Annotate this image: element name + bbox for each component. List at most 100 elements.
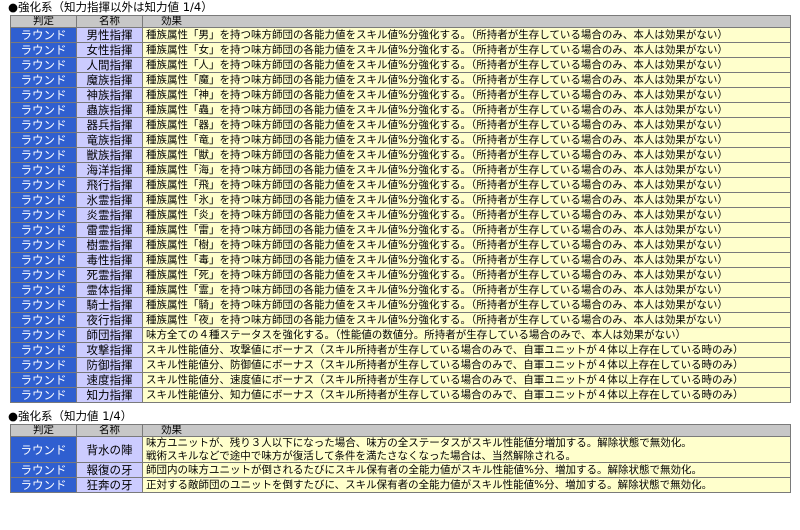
row-effect: スキル性能値分、攻撃値にボーナス（スキル所持者が生存している場合のみで、自軍ユニ… <box>142 342 791 358</box>
table-row: ラウンド 獣族指揮 種族属性「獣」を持つ味方師団の各能力値をスキル値%分強化する。（… <box>10 147 791 163</box>
row-category: ラウンド <box>10 282 77 298</box>
row-category: ラウンド <box>10 267 77 283</box>
row-category: ラウンド <box>10 162 77 178</box>
row-category: ラウンド <box>10 237 77 253</box>
row-effect: 種族属性「女」を持つ味方師団の各能力値をスキル値%分強化する。（所持者が生存して… <box>142 42 791 58</box>
row-category: ラウンド <box>10 27 77 43</box>
row-category: ラウンド <box>10 42 77 58</box>
table-row: ラウンド 防御指揮 スキル性能値分、防御値にボーナス（スキル所持者が生存している場合… <box>10 357 791 373</box>
row-effect: 正対する敵師団のユニットを倒すたびに、スキル保有者の全能力値がスキル性能値%分、… <box>142 477 791 493</box>
row-name: 女性指揮 <box>76 42 143 58</box>
row-name: 海洋指揮 <box>76 162 143 178</box>
row-effect: 種族属性「魔」を持つ味方師団の各能力値をスキル値%分強化する。（所持者が生存して… <box>142 72 791 88</box>
row-effect: 種族属性「毒」を持つ味方師団の各能力値をスキル値%分強化する。（所持者が生存して… <box>142 252 791 268</box>
table-row: ラウンド 雷霊指揮 種族属性「雷」を持つ味方師団の各能力値をスキル値%分強化する。（… <box>10 222 791 238</box>
row-effect: スキル性能値分、知力値にボーナス（スキル所持者が生存している場合のみで、自軍ユニ… <box>142 387 791 403</box>
row-effect: 種族属性「人」を持つ味方師団の各能力値をスキル値%分強化する。（所持者が生存して… <box>142 57 791 73</box>
row-category: ラウンド <box>10 102 77 118</box>
row-name: 人間指揮 <box>76 57 143 73</box>
row-name: 防御指揮 <box>76 357 143 373</box>
row-name: 獣族指揮 <box>76 147 143 163</box>
row-effect: 種族属性「男」を持つ味方師団の各能力値をスキル値%分強化する。（所持者が生存して… <box>142 27 791 43</box>
row-name: 樹霊指揮 <box>76 237 143 253</box>
row-name: 速度指揮 <box>76 372 143 388</box>
row-category: ラウンド <box>10 117 77 133</box>
table-row: ラウンド 人間指揮 種族属性「人」を持つ味方師団の各能力値をスキル値%分強化する。（… <box>10 57 791 73</box>
row-name: 報復の牙 <box>76 462 143 478</box>
row-effect: 種族属性「樹」を持つ味方師団の各能力値をスキル値%分強化する。（所持者が生存して… <box>142 237 791 253</box>
table-row: ラウンド 霊体指揮 種族属性「霊」を持つ味方師団の各能力値をスキル値%分強化する。（… <box>10 282 791 298</box>
row-name: 死霊指揮 <box>76 267 143 283</box>
row-effect: 種族属性「蟲」を持つ味方師団の各能力値をスキル値%分強化する。（所持者が生存して… <box>142 102 791 118</box>
row-name: 器兵指揮 <box>76 117 143 133</box>
row-category: ラウンド <box>10 252 77 268</box>
header-effect: 効果 <box>142 15 791 28</box>
row-category: ラウンド <box>10 222 77 238</box>
row-effect: 種族属性「海」を持つ味方師団の各能力値をスキル値%分強化する。（所持者が生存して… <box>142 162 791 178</box>
row-name: 竜族指揮 <box>76 132 143 148</box>
row-name: 騎士指揮 <box>76 297 143 313</box>
table-row: ラウンド 夜行指揮 種族属性「夜」を持つ味方師団の各能力値をスキル値%分強化する。（… <box>10 312 791 328</box>
table-row: ラウンド 速度指揮 スキル性能値分、速度値にボーナス（スキル所持者が生存している場合… <box>10 372 791 388</box>
row-effect: 種族属性「霊」を持つ味方師団の各能力値をスキル値%分強化する。（所持者が生存して… <box>142 282 791 298</box>
table-row: ラウンド 背水の陣 味方ユニットが、残り３人以下になった場合、味方の全ステータスがス… <box>10 436 791 463</box>
table-row: ラウンド 騎士指揮 種族属性「騎」を持つ味方師団の各能力値をスキル値%分強化する。（… <box>10 297 791 313</box>
section-title: ●強化系（知力指揮以外は知力値 1/4） <box>8 0 213 14</box>
table-row: ラウンド 毒性指揮 種族属性「毒」を持つ味方師団の各能力値をスキル値%分強化する。（… <box>10 252 791 268</box>
row-effect: 種族属性「騎」を持つ味方師団の各能力値をスキル値%分強化する。（所持者が生存して… <box>142 297 791 313</box>
section-title: ●強化系（知力値 1/4） <box>8 409 133 423</box>
row-effect: 種族属性「死」を持つ味方師団の各能力値をスキル値%分強化する。（所持者が生存して… <box>142 267 791 283</box>
row-category: ラウンド <box>10 132 77 148</box>
row-name: 魔族指揮 <box>76 72 143 88</box>
row-name: 炎霊指揮 <box>76 207 143 223</box>
table-row: ラウンド 蟲族指揮 種族属性「蟲」を持つ味方師団の各能力値をスキル値%分強化する。（… <box>10 102 791 118</box>
row-effect: 種族属性「獣」を持つ味方師団の各能力値をスキル値%分強化する。（所持者が生存して… <box>142 147 791 163</box>
table-header-row: 判定 名称 効果 <box>10 424 791 437</box>
header-name: 名称 <box>76 15 143 28</box>
row-category: ラウンド <box>10 477 77 493</box>
row-name: 夜行指揮 <box>76 312 143 328</box>
table-header-row: 判定 名称 効果 <box>10 15 791 28</box>
row-name: 神族指揮 <box>76 87 143 103</box>
row-category: ラウンド <box>10 342 77 358</box>
row-category: ラウンド <box>10 87 77 103</box>
header-name: 名称 <box>76 424 143 437</box>
table-row: ラウンド 師団指揮 味方全ての４種ステータスを強化する。（性能値の数値分。所持者が生… <box>10 327 791 343</box>
row-effect: 種族属性「氷」を持つ味方師団の各能力値をスキル値%分強化する。（所持者が生存して… <box>142 192 791 208</box>
row-category: ラウンド <box>10 57 77 73</box>
table-row: ラウンド 報復の牙 師団内の味方ユニットが倒されるたびにスキル保有者の全能力値がスキ… <box>10 462 791 478</box>
row-name: 氷霊指揮 <box>76 192 143 208</box>
table-row: ラウンド 死霊指揮 種族属性「死」を持つ味方師団の各能力値をスキル値%分強化する。（… <box>10 267 791 283</box>
row-category: ラウンド <box>10 436 77 463</box>
table-row: ラウンド 攻撃指揮 スキル性能値分、攻撃値にボーナス（スキル所持者が生存している場合… <box>10 342 791 358</box>
table-row: ラウンド 女性指揮 種族属性「女」を持つ味方師団の各能力値をスキル値%分強化する。（… <box>10 42 791 58</box>
row-category: ラウンド <box>10 297 77 313</box>
row-name: 男性指揮 <box>76 27 143 43</box>
row-effect: 種族属性「炎」を持つ味方師団の各能力値をスキル値%分強化する。（所持者が生存して… <box>142 207 791 223</box>
row-category: ラウンド <box>10 147 77 163</box>
row-name: 狂奔の牙 <box>76 477 143 493</box>
row-name: 師団指揮 <box>76 327 143 343</box>
row-name: 背水の陣 <box>76 436 143 463</box>
row-effect: スキル性能値分、速度値にボーナス（スキル所持者が生存している場合のみで、自軍ユニ… <box>142 372 791 388</box>
table-row: ラウンド 炎霊指揮 種族属性「炎」を持つ味方師団の各能力値をスキル値%分強化する。（… <box>10 207 791 223</box>
row-effect: 種族属性「神」を持つ味方師団の各能力値をスキル値%分強化する。（所持者が生存して… <box>142 87 791 103</box>
header-category: 判定 <box>10 424 77 437</box>
skill-table: 判定 名称 効果 ラウンド 男性指揮 種族属性「男」を持つ味方師団の各能力値をスキル… <box>10 15 791 403</box>
row-effect: 種族属性「竜」を持つ味方師団の各能力値をスキル値%分強化する。（所持者が生存して… <box>142 132 791 148</box>
row-name: 飛行指揮 <box>76 177 143 193</box>
row-category: ラウンド <box>10 312 77 328</box>
table-row: ラウンド 飛行指揮 種族属性「飛」を持つ味方師団の各能力値をスキル値%分強化する。（… <box>10 177 791 193</box>
table-row: ラウンド 男性指揮 種族属性「男」を持つ味方師団の各能力値をスキル値%分強化する。（… <box>10 27 791 43</box>
table-row: ラウンド 神族指揮 種族属性「神」を持つ味方師団の各能力値をスキル値%分強化する。（… <box>10 87 791 103</box>
row-name: 雷霊指揮 <box>76 222 143 238</box>
row-effect: 種族属性「夜」を持つ味方師団の各能力値をスキル値%分強化する。（所持者が生存して… <box>142 312 791 328</box>
header-effect: 効果 <box>142 424 791 437</box>
table-row: ラウンド 魔族指揮 種族属性「魔」を持つ味方師団の各能力値をスキル値%分強化する。（… <box>10 72 791 88</box>
row-name: 知力指揮 <box>76 387 143 403</box>
table-row: ラウンド 海洋指揮 種族属性「海」を持つ味方師団の各能力値をスキル値%分強化する。（… <box>10 162 791 178</box>
row-category: ラウンド <box>10 177 77 193</box>
table-body: ラウンド 男性指揮 種族属性「男」を持つ味方師団の各能力値をスキル値%分強化する。（… <box>10 27 791 403</box>
row-effect: 味方全ての４種ステータスを強化する。（性能値の数値分。所持者が生存している場合の… <box>142 327 791 343</box>
row-name: 毒性指揮 <box>76 252 143 268</box>
